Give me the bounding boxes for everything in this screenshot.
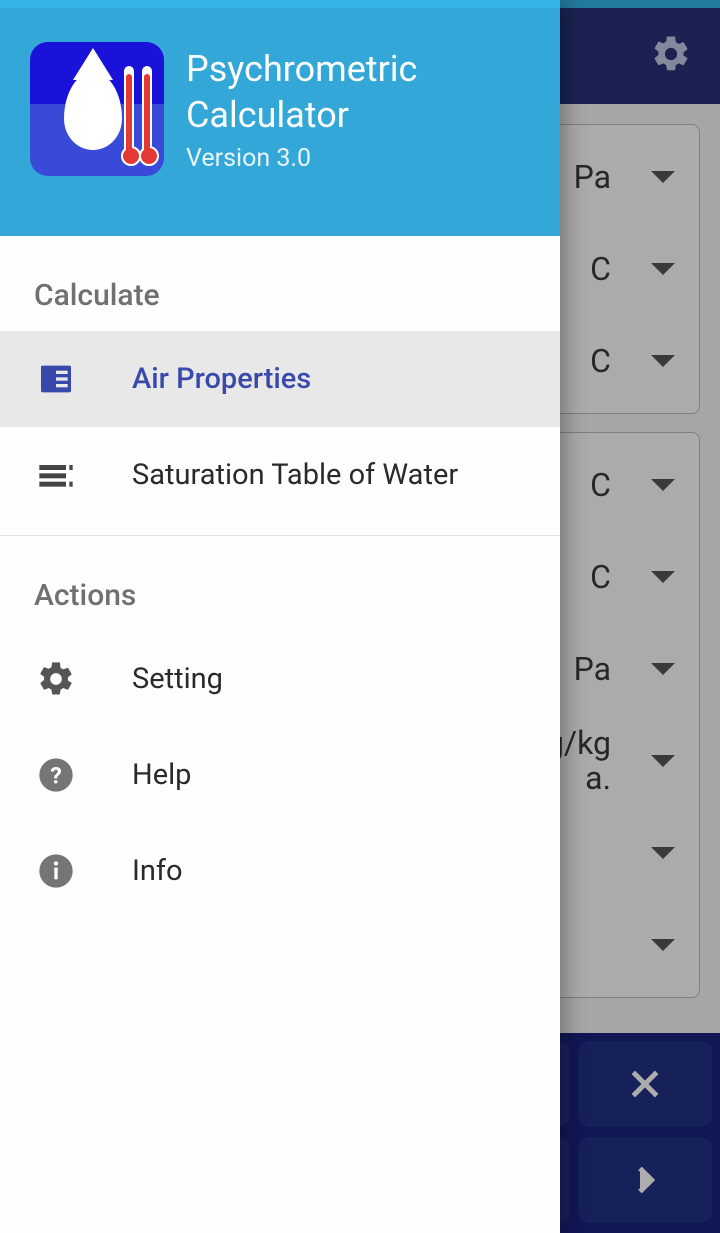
app-version: Version 3.0	[186, 144, 417, 173]
nav-item-air-properties[interactable]: Air Properties	[0, 331, 560, 427]
status-bar	[0, 0, 560, 8]
nav-item-help[interactable]: ? Help	[0, 727, 560, 823]
gear-icon	[34, 659, 78, 699]
app-icon	[30, 42, 164, 176]
document-icon	[34, 359, 78, 399]
nav-item-label: Setting	[132, 662, 223, 696]
section-header-actions: Actions	[0, 536, 560, 631]
svg-text:?: ?	[50, 761, 62, 789]
app-title-line1: Psychrometric	[186, 46, 417, 92]
nav-item-label: Saturation Table of Water	[132, 458, 458, 492]
nav-item-label: Info	[132, 854, 183, 888]
app-title-line2: Calculator	[186, 92, 417, 138]
help-icon: ?	[34, 755, 78, 795]
list-icon	[34, 455, 78, 495]
nav-item-setting[interactable]: Setting	[0, 631, 560, 727]
nav-item-info[interactable]: Info	[0, 823, 560, 919]
info-icon	[34, 851, 78, 891]
navigation-drawer: Psychrometric Calculator Version 3.0 Cal…	[0, 0, 560, 1233]
nav-item-label: Air Properties	[132, 362, 311, 396]
drawer-header: Psychrometric Calculator Version 3.0	[0, 8, 560, 236]
nav-item-saturation-table[interactable]: Saturation Table of Water	[0, 427, 560, 523]
nav-item-label: Help	[132, 758, 191, 792]
section-header-calculate: Calculate	[0, 236, 560, 331]
drawer-title-block: Psychrometric Calculator Version 3.0	[186, 42, 417, 173]
